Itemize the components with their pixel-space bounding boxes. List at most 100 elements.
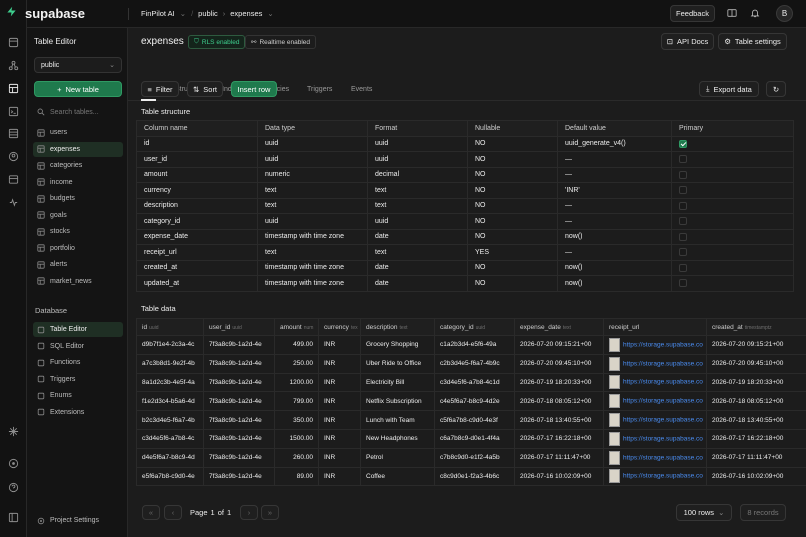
data-cell[interactable]: c7b8c9d0-e1f2-4a5b <box>434 447 515 468</box>
data-cell[interactable]: 7f3a8c9b-1a2d-4e <box>203 335 275 355</box>
tab-triggers[interactable]: Triggers <box>307 86 332 93</box>
data-row[interactable]: a7c3b8d1-9e2f-4b 7f3a8c9b-1a2d-4e 250.00 IN… <box>136 353 806 374</box>
storage-icon[interactable] <box>8 174 19 185</box>
receipt-thumbnail[interactable] <box>609 450 620 465</box>
prev-page-button[interactable]: ‹ <box>164 505 182 520</box>
data-column-header[interactable]: description text <box>360 318 435 336</box>
sidebar-table-income[interactable]: income <box>33 175 123 190</box>
checkbox-icon[interactable] <box>679 248 687 257</box>
sidebar-table-goals[interactable]: goals <box>33 208 123 223</box>
sidebar-table-stocks[interactable]: stocks <box>33 224 123 239</box>
data-cell[interactable]: 2026-07-17 16:22:18+00 <box>706 428 806 449</box>
checkbox-icon[interactable] <box>679 155 687 164</box>
structure-row[interactable]: description text text NO — <box>136 197 794 214</box>
data-row[interactable]: c3d4e5f6-a7b8-4c 7f3a8c9b-1a2d-4e 1500.00 I… <box>136 428 806 449</box>
structure-row[interactable]: currency text text NO 'INR' <box>136 182 794 199</box>
sidebar-table-alerts[interactable]: alerts <box>33 257 123 272</box>
data-column-header[interactable]: expense_date text <box>514 318 604 336</box>
insert-row-button[interactable]: Insert row <box>231 81 277 97</box>
structure-row[interactable]: expense_date timestamp with time zone date… <box>136 228 794 245</box>
data-column-header[interactable]: created_at timestamptz <box>706 318 806 336</box>
data-cell[interactable]: INR <box>318 353 361 374</box>
checkbox-icon[interactable] <box>679 201 687 210</box>
data-cell[interactable]: Netflix Subscription <box>360 391 435 412</box>
structure-row[interactable]: id uuid uuid NO uuid_generate_v4() <box>136 135 794 152</box>
data-cell[interactable]: 2026-07-17 11:11:47+00 <box>706 447 806 468</box>
page-number[interactable]: 1 <box>211 508 215 517</box>
refresh-button[interactable]: ↻ <box>766 81 786 97</box>
data-cell[interactable]: c5f6a7b8-c9d0-4e3f <box>434 410 515 430</box>
receipt-thumbnail[interactable] <box>609 337 620 352</box>
receipt-thumbnail[interactable] <box>609 469 620 484</box>
data-cell[interactable]: INR <box>318 335 361 355</box>
data-cell[interactable]: 350.00 <box>274 410 319 430</box>
data-column-header[interactable]: currency tex <box>318 318 361 336</box>
sidebar-table-budgets[interactable]: budgets <box>33 191 123 206</box>
data-cell[interactable]: 2026-07-18 13:40:55+00 <box>514 410 604 430</box>
feedback-button[interactable]: Feedback <box>670 5 715 22</box>
sidebar-table-market_news[interactable]: market_news <box>33 274 123 289</box>
collapse-icon[interactable] <box>8 512 19 523</box>
data-cell[interactable]: e5f6a7b8-c9d0-4e <box>136 466 204 487</box>
database-item-sql-editor[interactable]: SQL Editor <box>33 339 123 354</box>
data-cell[interactable]: 7f3a8c9b-1a2d-4e <box>203 447 275 468</box>
structure-row[interactable]: created_at timestamp with time zone date NO… <box>136 259 794 276</box>
data-cell[interactable]: 2026-07-19 18:20:33+00 <box>514 372 604 393</box>
data-row[interactable]: 8a1d2c3b-4e5f-4a 7f3a8c9b-1a2d-4e 1200.00 I… <box>136 372 806 393</box>
structure-row[interactable]: amount numeric decimal NO — <box>136 166 794 183</box>
data-cell[interactable]: INR <box>318 428 361 449</box>
data-cell[interactable]: d9b7f1e4-2c3a-4c <box>136 335 204 355</box>
checkbox-icon[interactable] <box>679 217 687 226</box>
data-cell[interactable]: c8c9d0e1-f2a3-4b6c <box>434 466 515 487</box>
data-cell[interactable]: https://storage.supabase.co <box>603 353 707 374</box>
data-cell[interactable]: https://storage.supabase.co <box>603 410 707 430</box>
data-cell[interactable]: 7f3a8c9b-1a2d-4e <box>203 466 275 487</box>
data-cell[interactable]: 89.00 <box>274 466 319 487</box>
data-cell[interactable]: 2026-07-19 18:20:33+00 <box>706 372 806 393</box>
database-icon[interactable] <box>8 128 19 139</box>
data-cell[interactable]: 499.00 <box>274 335 319 355</box>
sidebar-table-portfolio[interactable]: portfolio <box>33 241 123 256</box>
data-cell[interactable]: Electricity Bill <box>360 372 435 393</box>
sidebar-table-categories[interactable]: categories <box>33 158 123 173</box>
data-cell[interactable]: a7c3b8d1-9e2f-4b <box>136 353 204 374</box>
data-cell[interactable]: c3d4e5f6-a7b8-4c <box>136 428 204 449</box>
table-settings-button[interactable]: ⚙ Table settings <box>718 33 787 50</box>
receipt-thumbnail[interactable] <box>609 356 620 371</box>
export-data-button[interactable]: ⤓ Export data <box>699 81 759 97</box>
data-cell[interactable]: 2026-07-20 09:45:10+00 <box>514 353 604 374</box>
database-item-enums[interactable]: Enums <box>33 388 123 403</box>
data-column-header[interactable]: id uuid <box>136 318 204 336</box>
data-cell[interactable]: 2026-07-17 11:11:47+00 <box>514 447 604 468</box>
next-page-button[interactable]: › <box>240 505 258 520</box>
database-item-table-editor[interactable]: Table Editor <box>33 322 123 337</box>
receipt-link[interactable]: https://storage.supabase.co <box>623 360 703 367</box>
receipt-link[interactable]: https://storage.supabase.co <box>623 398 703 405</box>
graph-icon[interactable] <box>8 60 19 71</box>
data-cell[interactable]: 7f3a8c9b-1a2d-4e <box>203 391 275 412</box>
data-cell[interactable]: c4e5f6a7-b8c9-4d2e <box>434 391 515 412</box>
receipt-thumbnail[interactable] <box>609 394 620 409</box>
database-item-triggers[interactable]: Triggers <box>33 372 123 387</box>
home-icon[interactable] <box>8 37 19 48</box>
receipt-thumbnail[interactable] <box>609 431 620 446</box>
receipt-link[interactable]: https://storage.supabase.co <box>623 436 703 443</box>
data-row[interactable]: d9b7f1e4-2c3a-4c 7f3a8c9b-1a2d-4e 499.00 IN… <box>136 335 806 355</box>
checkbox-checked-icon[interactable] <box>679 139 687 148</box>
data-cell[interactable]: 250.00 <box>274 353 319 374</box>
integrations-icon[interactable] <box>8 426 19 437</box>
data-cell[interactable]: INR <box>318 391 361 412</box>
data-cell[interactable]: d4e5f6a7-b8c9-4d <box>136 447 204 468</box>
data-cell[interactable]: https://storage.supabase.co <box>603 335 707 355</box>
structure-row[interactable]: updated_at timestamp with time zone date NO… <box>136 275 794 292</box>
data-cell[interactable]: 7f3a8c9b-1a2d-4e <box>203 428 275 449</box>
data-cell[interactable]: https://storage.supabase.co <box>603 391 707 412</box>
supabase-logo[interactable] <box>6 6 21 22</box>
data-cell[interactable]: Grocery Shopping <box>360 335 435 355</box>
data-cell[interactable]: 1200.00 <box>274 372 319 393</box>
data-column-header[interactable]: category_id uuid <box>434 318 515 336</box>
data-cell[interactable]: 2026-07-17 16:22:18+00 <box>514 428 604 449</box>
data-cell[interactable]: INR <box>318 410 361 430</box>
data-cell[interactable]: INR <box>318 466 361 487</box>
database-item-extensions[interactable]: Extensions <box>33 405 123 420</box>
